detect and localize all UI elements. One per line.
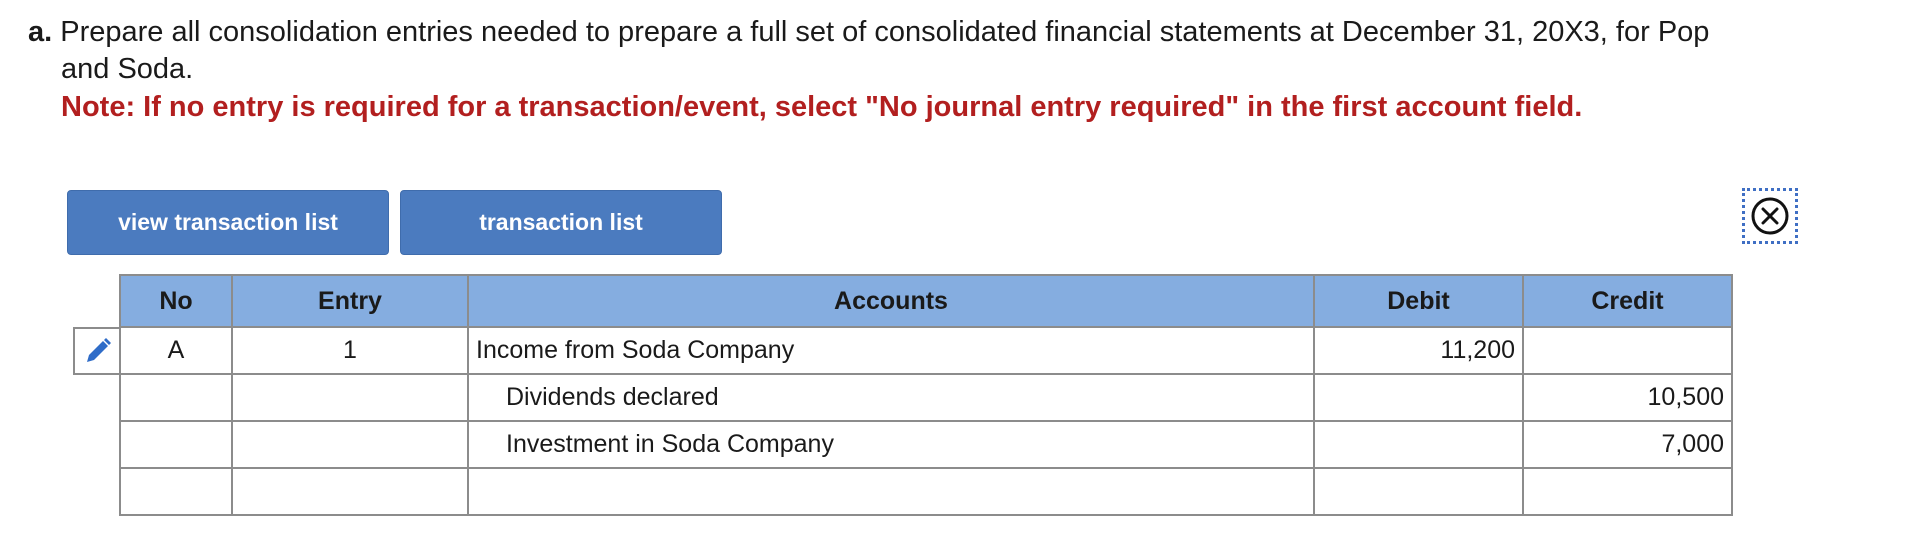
- account-name: Investment in Soda Company: [506, 430, 834, 458]
- cell-debit[interactable]: [1313, 420, 1524, 469]
- header-accounts: Accounts: [467, 274, 1315, 328]
- account-name: Dividends declared: [506, 383, 719, 411]
- cell-account[interactable]: [467, 467, 1315, 516]
- cell-debit[interactable]: 11,200: [1313, 326, 1524, 375]
- cell-account[interactable]: Investment in Soda Company: [467, 420, 1315, 469]
- cell-account[interactable]: Dividends declared: [467, 373, 1315, 422]
- question-text-continued: and Soda.: [61, 53, 194, 85]
- cell-debit[interactable]: [1313, 467, 1524, 516]
- table-row: Dividends declared 10,500: [119, 373, 1733, 422]
- debit-value: 11,200: [1440, 336, 1515, 364]
- cell-no: A: [119, 326, 233, 375]
- header-no: No: [119, 274, 233, 328]
- view-transaction-list-button[interactable]: view transaction list: [67, 190, 389, 255]
- instruction-note: Note: If no entry is required for a tran…: [61, 91, 1583, 123]
- cell-no: [119, 420, 233, 469]
- table-header-row: No Entry Accounts Debit Credit: [119, 274, 1733, 328]
- cell-credit[interactable]: 7,000: [1522, 420, 1733, 469]
- cell-entry: [231, 467, 469, 516]
- table-row: A 1 Income from Soda Company 11,200: [119, 326, 1733, 375]
- question-block: a. Prepare all consolidation entries nee…: [28, 14, 1888, 126]
- pencil-icon: [87, 338, 111, 362]
- account-name: [469, 477, 476, 505]
- credit-value: 10,500: [1647, 383, 1724, 411]
- close-circle-icon: [1751, 197, 1789, 235]
- cell-no: [119, 467, 233, 516]
- question-letter: a.: [28, 16, 53, 48]
- debit-value: [1515, 430, 1522, 458]
- table-row: Investment in Soda Company 7,000: [119, 420, 1733, 469]
- cell-debit[interactable]: [1313, 373, 1524, 422]
- header-debit: Debit: [1313, 274, 1524, 328]
- credit-value: [1724, 477, 1731, 505]
- cell-credit[interactable]: 10,500: [1522, 373, 1733, 422]
- header-credit: Credit: [1522, 274, 1733, 328]
- journal-entry-table: No Entry Accounts Debit Credit A 1 Incom…: [119, 274, 1733, 516]
- account-name: Income from Soda Company: [476, 336, 795, 364]
- transaction-list-button[interactable]: transaction list: [400, 190, 722, 255]
- cell-entry: [231, 373, 469, 422]
- cell-no: [119, 373, 233, 422]
- debit-value: [1515, 477, 1522, 505]
- question-line-1: a. Prepare all consolidation entries nee…: [28, 14, 1888, 51]
- cell-credit[interactable]: [1522, 326, 1733, 375]
- close-button[interactable]: [1742, 188, 1798, 244]
- debit-value: [1515, 383, 1522, 411]
- question-text: Prepare all consolidation entries needed…: [60, 16, 1710, 48]
- cell-credit[interactable]: [1522, 467, 1733, 516]
- cell-entry: [231, 420, 469, 469]
- cell-entry: 1: [231, 326, 469, 375]
- cell-account[interactable]: Income from Soda Company: [467, 326, 1315, 375]
- edit-entry-button[interactable]: [73, 327, 121, 375]
- credit-value: 7,000: [1661, 430, 1724, 458]
- header-entry: Entry: [231, 274, 469, 328]
- credit-value: [1724, 336, 1731, 364]
- table-row: [119, 467, 1733, 516]
